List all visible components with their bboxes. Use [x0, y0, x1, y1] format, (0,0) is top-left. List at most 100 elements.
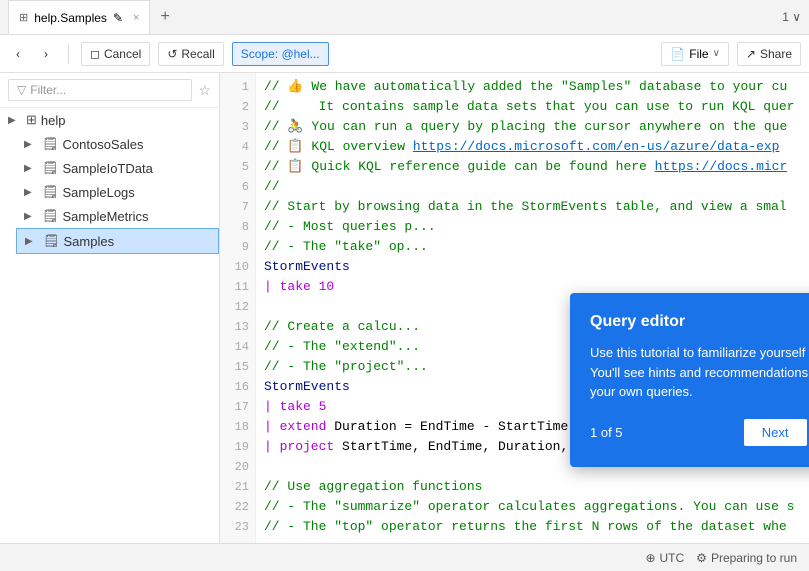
recall-icon: ↺ — [167, 47, 177, 61]
spinner-icon: ⚙ — [696, 551, 707, 565]
toolbar-right: 📄 File ∨ ↗ Share — [661, 42, 801, 66]
forward-button[interactable]: › — [36, 43, 56, 65]
query-editor-tooltip: Query editor × Use this tutorial to fami… — [570, 293, 809, 467]
code-line-10: StormEvents — [264, 257, 801, 277]
cancel-label: Cancel — [104, 47, 141, 61]
line-num-20: 20 — [220, 457, 255, 477]
tree-label: SampleIoTData — [63, 161, 211, 176]
tree-label-samples: Samples — [64, 234, 210, 249]
utc-icon: ⊕ — [645, 551, 655, 565]
back-button[interactable]: ‹ — [8, 43, 28, 65]
tree-item-samplelogs[interactable]: ▶ 🗒 SampleLogs — [16, 180, 219, 204]
toolbar: ‹ › ◻ Cancel ↺ Recall Scope: @hel... 📄 F… — [0, 35, 809, 73]
line-num-10: 10 — [220, 257, 255, 277]
new-tab-button[interactable]: + — [154, 8, 175, 26]
share-button[interactable]: ↗ Share — [737, 42, 801, 66]
line-num-4: 4 — [220, 137, 255, 157]
expand-icon: ▶ — [24, 163, 38, 174]
code-line-2: // It contains sample data sets that you… — [264, 97, 801, 117]
line-num-17: 17 — [220, 397, 255, 417]
tooltip-next-button[interactable]: Next — [744, 419, 807, 446]
utc-label: UTC — [660, 551, 685, 565]
main-content: ▽ Filter... ☆ ▶ ⊞ help ▶ 🗒 ContosoSales … — [0, 73, 809, 543]
sidebar: ▽ Filter... ☆ ▶ ⊞ help ▶ 🗒 ContosoSales … — [0, 73, 220, 543]
line-num-13: 13 — [220, 317, 255, 337]
code-line-21: // Use aggregation functions — [264, 477, 801, 497]
share-icon: ↗ — [746, 47, 756, 61]
code-line-4: // 📋 KQL overview https://docs.microsoft… — [264, 137, 801, 157]
cancel-button[interactable]: ◻ Cancel — [81, 42, 150, 66]
tab-help-samples[interactable]: ⊞ help.Samples ✎ × — [8, 0, 150, 34]
scope-button[interactable]: Scope: @hel... — [232, 42, 329, 66]
line-num-3: 3 — [220, 117, 255, 137]
file-button[interactable]: 📄 File ∨ — [661, 42, 729, 66]
line-num-16: 16 — [220, 377, 255, 397]
status-bar: ⊕ UTC ⚙ Preparing to run — [0, 543, 809, 571]
filter-input-wrapper[interactable]: ▽ Filter... — [8, 79, 192, 101]
filter-placeholder: Filter... — [30, 83, 66, 97]
line-num-21: 21 — [220, 477, 255, 497]
file-chevron-icon: ∨ — [713, 48, 720, 59]
tree-item-sampleiotdata[interactable]: ▶ 🗒 SampleIoTData — [16, 156, 219, 180]
line-num-6: 6 — [220, 177, 255, 197]
tooltip-page: 1 of 5 — [590, 425, 623, 440]
table-icon: 🗒 — [42, 136, 59, 152]
code-line-9: // - The "take" op... — [264, 237, 801, 257]
expand-icon: ▶ — [24, 139, 38, 150]
line-num-11: 11 — [220, 277, 255, 297]
sidebar-filter-bar: ▽ Filter... ☆ — [0, 73, 219, 108]
line-num-9: 9 — [220, 237, 255, 257]
recall-button[interactable]: ↺ Recall — [158, 42, 223, 66]
share-label: Share — [760, 47, 792, 61]
editor-area: 1 2 3 4 5 6 7 8 9 10 11 12 13 14 15 16 1… — [220, 73, 809, 543]
code-line-5: // 📋 Quick KQL reference guide can be fo… — [264, 157, 801, 177]
status-right: ⊕ UTC ⚙ Preparing to run — [645, 551, 797, 565]
line-num-8: 8 — [220, 217, 255, 237]
tab-edit-icon[interactable]: ✎ — [113, 11, 123, 25]
cancel-icon: ◻ — [90, 47, 100, 61]
tree-label-help: help — [41, 113, 211, 128]
scope-label: Scope: @hel... — [241, 47, 320, 61]
line-num-23: 23 — [220, 517, 255, 537]
code-line-22: // - The "summarize" operator calculates… — [264, 497, 801, 517]
toolbar-divider-1 — [68, 44, 69, 64]
file-icon: 📄 — [670, 47, 685, 61]
line-num-19: 19 — [220, 437, 255, 457]
tab-icon: ⊞ — [19, 11, 28, 24]
tooltip-title: Query editor — [590, 313, 685, 331]
tooltip-footer: 1 of 5 Next Dismiss — [590, 418, 809, 447]
tree-item-samplemetrics[interactable]: ▶ 🗒 SampleMetrics — [16, 204, 219, 228]
expand-icon: ▶ — [24, 187, 38, 198]
table-icon: 🗒 — [42, 184, 59, 200]
tree-label: ContosoSales — [63, 137, 211, 152]
tree-item-samples[interactable]: ▶ 🗒 Samples — [16, 228, 219, 254]
tree-item-contososales[interactable]: ▶ 🗒 ContosoSales — [16, 132, 219, 156]
line-num-2: 2 — [220, 97, 255, 117]
table-icon: 🗒 — [42, 208, 59, 224]
tab-close-icon[interactable]: × — [133, 12, 139, 24]
tree-label: SampleLogs — [63, 185, 211, 200]
line-numbers: 1 2 3 4 5 6 7 8 9 10 11 12 13 14 15 16 1… — [220, 73, 256, 543]
tree-item-help[interactable]: ▶ ⊞ help — [0, 108, 219, 132]
tab-bar-right: 1 ∨ — [782, 10, 801, 24]
utc-status: ⊕ UTC — [645, 551, 684, 565]
table-icon: 🗒 — [42, 160, 59, 176]
line-num-14: 14 — [220, 337, 255, 357]
star-icon[interactable]: ☆ — [198, 82, 211, 99]
code-line-3: // 🚴 You can run a query by placing the … — [264, 117, 801, 137]
run-status: ⚙ Preparing to run — [696, 551, 797, 565]
line-num-7: 7 — [220, 197, 255, 217]
code-line-8: // - Most queries p... — [264, 217, 801, 237]
status-label: Preparing to run — [711, 551, 797, 565]
expand-icon: ▶ — [25, 236, 39, 247]
recall-label: Recall — [181, 47, 214, 61]
expand-icon: ▶ — [24, 211, 38, 222]
code-line-23: // - The "top" operator returns the firs… — [264, 517, 801, 537]
filter-icon: ▽ — [17, 83, 26, 97]
line-num-1: 1 — [220, 77, 255, 97]
line-num-12: 12 — [220, 297, 255, 317]
tooltip-body: Use this tutorial to familiarize yoursel… — [590, 343, 809, 402]
line-num-15: 15 — [220, 357, 255, 377]
tree-group: ▶ 🗒 ContosoSales ▶ 🗒 SampleIoTData ▶ 🗒 S… — [0, 132, 219, 254]
code-line-7: // Start by browsing data in the StormEv… — [264, 197, 801, 217]
